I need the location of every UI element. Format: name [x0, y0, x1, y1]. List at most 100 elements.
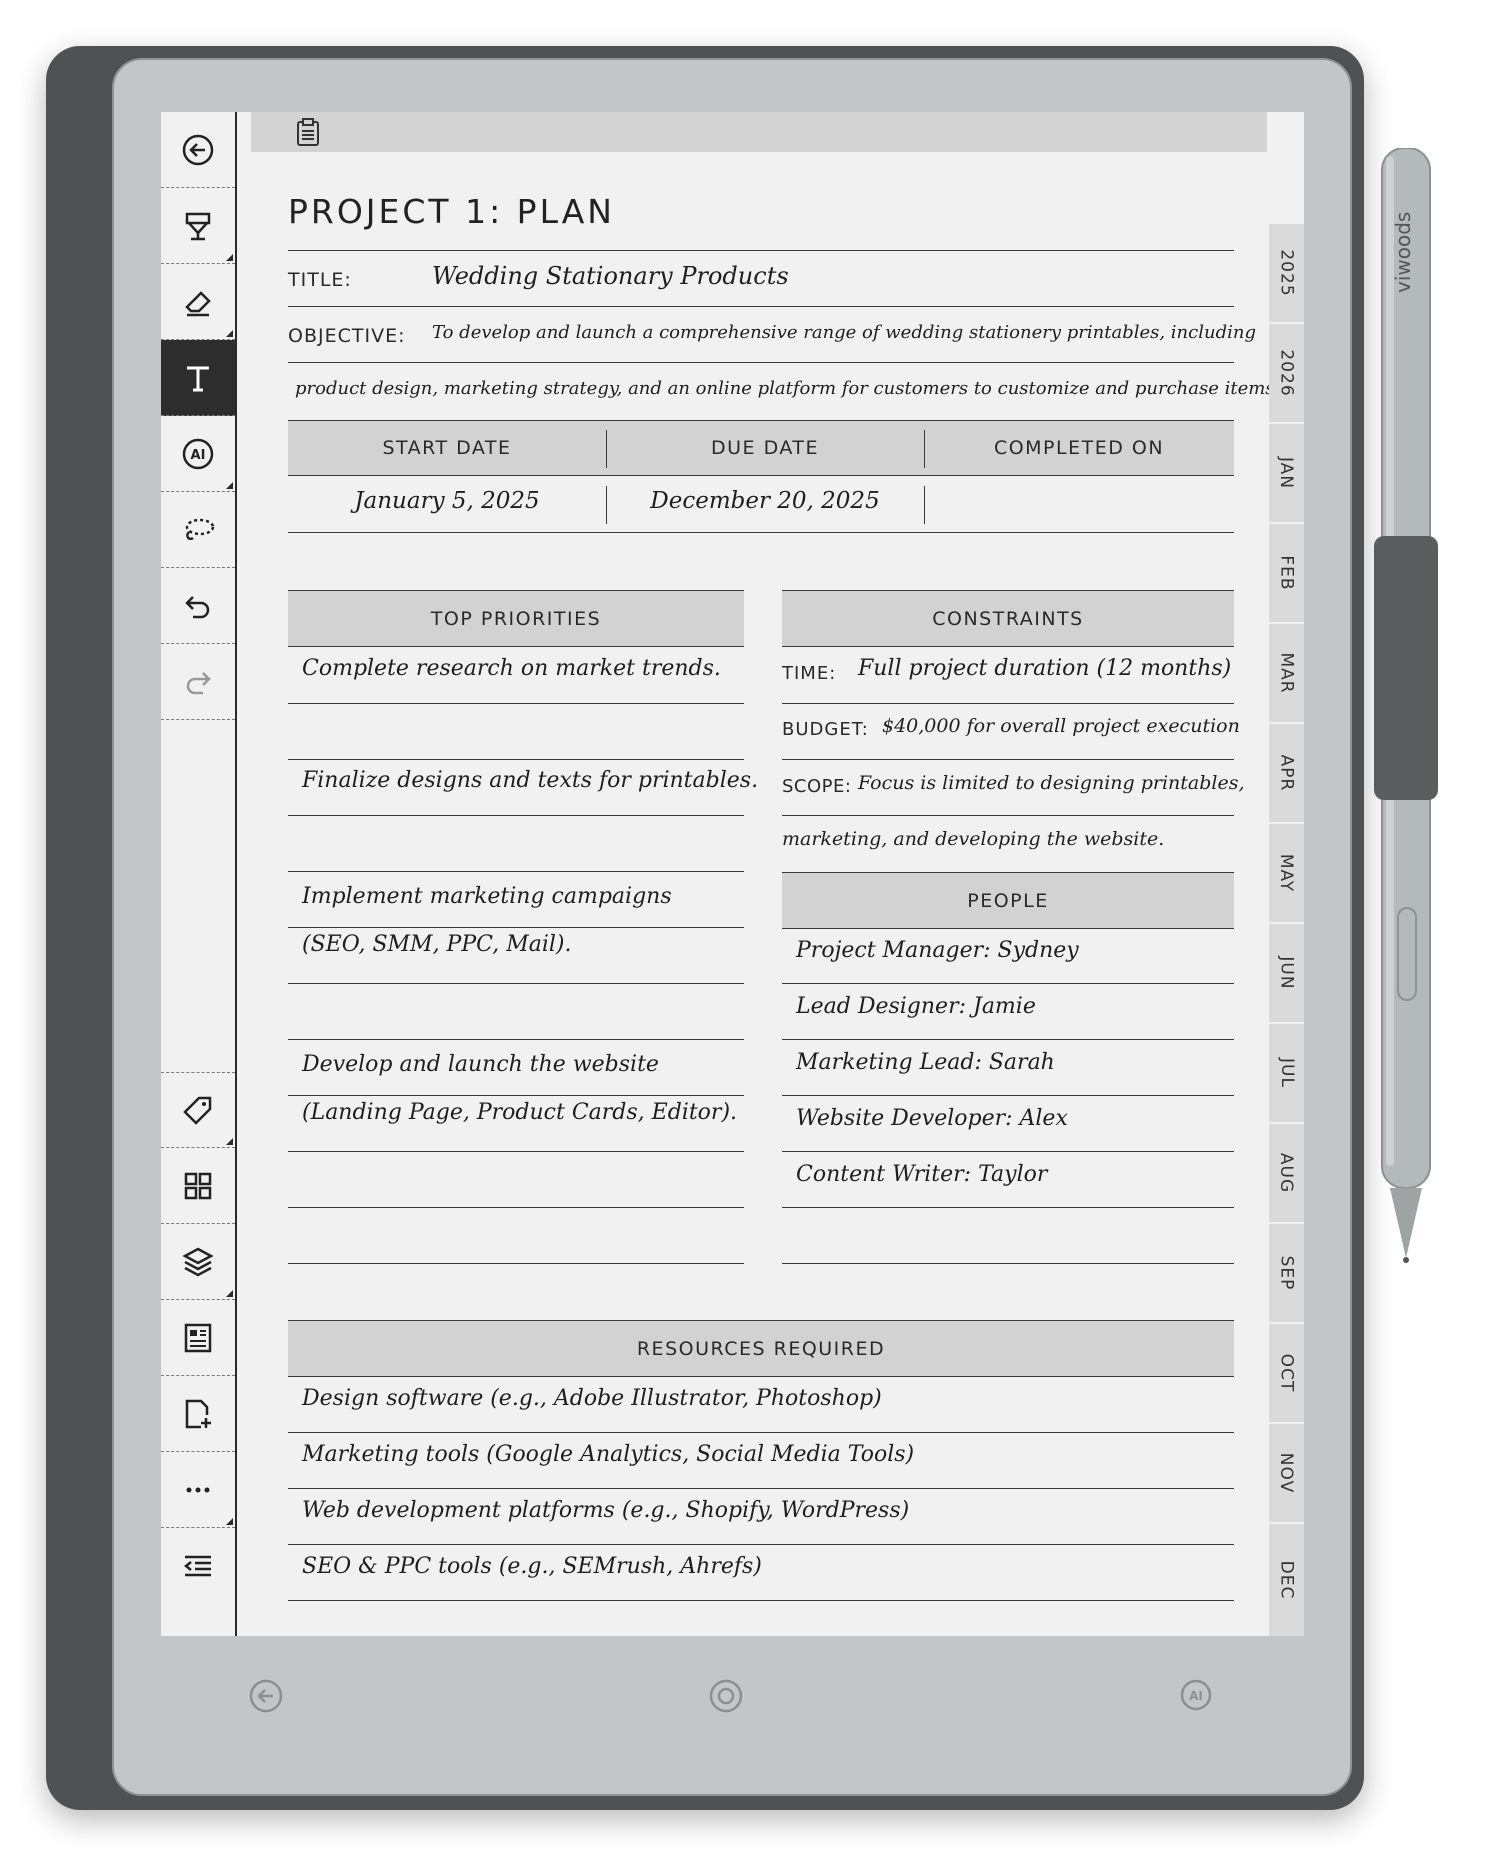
budget-value[interactable]: $40,000 for overall project execution	[882, 715, 1240, 737]
divider	[782, 1151, 1234, 1152]
person-row[interactable]: Website Developer: Alex	[796, 1106, 1068, 1131]
text-icon	[187, 366, 209, 391]
tab-jun[interactable]: JUN	[1269, 924, 1304, 1024]
hardware-home-button[interactable]	[706, 1676, 746, 1716]
hardware-back-button[interactable]	[246, 1676, 286, 1716]
undo-button[interactable]	[161, 568, 235, 644]
tab-dec[interactable]: DEC	[1269, 1524, 1304, 1636]
start-date-value[interactable]: January 5, 2025	[288, 488, 606, 514]
template-icon	[184, 1323, 212, 1352]
layers-button[interactable]	[161, 1224, 235, 1300]
people-header: PEOPLE	[782, 872, 1234, 929]
completed-on-header: COMPLETED ON	[924, 420, 1234, 476]
tab-label: NOV	[1276, 1452, 1297, 1494]
resource-row[interactable]: Web development platforms (e.g., Shopify…	[302, 1498, 909, 1523]
more-button[interactable]	[161, 1452, 235, 1528]
resource-row[interactable]: Marketing tools (Google Analytics, Socia…	[302, 1442, 914, 1467]
divider	[288, 1039, 744, 1040]
scope-value-line-2[interactable]: marketing, and developing the website.	[782, 828, 1164, 850]
tab-sep[interactable]: SEP	[1269, 1224, 1304, 1324]
tab-jan[interactable]: JAN	[1269, 424, 1304, 524]
pen-tool-button[interactable]	[161, 188, 235, 264]
divider	[288, 703, 744, 704]
tab-oct[interactable]: OCT	[1269, 1324, 1304, 1424]
divider	[924, 486, 925, 524]
text-tool-button[interactable]	[161, 340, 235, 416]
scope-value[interactable]: Focus is limited to designing printables…	[858, 772, 1245, 794]
divider	[288, 1263, 744, 1264]
tab-label: JUL	[1276, 1058, 1297, 1088]
tab-label: AUG	[1276, 1152, 1297, 1194]
scope-label: SCOPE:	[782, 776, 852, 797]
priority-row[interactable]: (Landing Page, Product Cards, Editor).	[302, 1100, 737, 1125]
tab-2026[interactable]: 2026	[1269, 324, 1304, 424]
tab-label: APR	[1276, 754, 1297, 792]
divider	[606, 430, 607, 468]
person-row[interactable]: Marketing Lead: Sarah	[796, 1050, 1055, 1075]
priority-row[interactable]: (SEO, SMM, PPC, Mail).	[302, 932, 572, 957]
resource-row[interactable]: SEO & PPC tools (e.g., SEMrush, Ahrefs)	[302, 1554, 762, 1579]
tab-label: OCT	[1276, 1353, 1297, 1393]
home-icon	[709, 1679, 743, 1713]
title-value[interactable]: Wedding Stationary Products	[432, 262, 789, 290]
back-button[interactable]	[161, 112, 235, 188]
hardware-ai-button[interactable]: AI	[1176, 1676, 1216, 1716]
ai-tool-button[interactable]: AI	[161, 416, 235, 492]
person-row[interactable]: Project Manager: Sydney	[796, 938, 1079, 963]
tab-2025[interactable]: 2025	[1269, 224, 1304, 324]
person-row[interactable]: Content Writer: Taylor	[796, 1162, 1047, 1187]
tab-jul[interactable]: JUL	[1269, 1024, 1304, 1124]
eraser-button[interactable]	[161, 264, 235, 340]
page-title: PROJECT 1: PLAN	[288, 192, 615, 231]
divider	[288, 1544, 1234, 1545]
divider	[782, 1207, 1234, 1208]
tag-button[interactable]	[161, 1072, 235, 1148]
lasso-button[interactable]	[161, 492, 235, 568]
brand-text: viwoods	[1391, 211, 1415, 293]
resource-row[interactable]: Design software (e.g., Adobe Illustrator…	[302, 1386, 882, 1411]
tab-label: 2026	[1276, 349, 1297, 397]
collapse-toolbar-button[interactable]	[161, 1528, 235, 1604]
add-page-icon	[185, 1399, 211, 1428]
title-label: TITLE:	[288, 269, 352, 291]
tab-may[interactable]: MAY	[1269, 824, 1304, 924]
tab-label: FEB	[1276, 555, 1297, 591]
divider	[606, 486, 607, 524]
divider	[288, 815, 744, 816]
tab-feb[interactable]: FEB	[1269, 524, 1304, 624]
priority-row[interactable]: Complete research on market trends.	[302, 656, 721, 681]
month-tabs: 2025 2026 JAN FEB MAR APR MAY JUN JUL AU…	[1269, 224, 1304, 1636]
tab-label: MAY	[1276, 853, 1297, 893]
person-row[interactable]: Lead Designer: Jamie	[796, 994, 1036, 1019]
tab-label: SEP	[1276, 1255, 1297, 1291]
due-date-value[interactable]: December 20, 2025	[606, 488, 924, 514]
lasso-icon	[185, 518, 215, 540]
tab-mar[interactable]: MAR	[1269, 624, 1304, 724]
divider	[782, 1095, 1234, 1096]
ai-icon: AI	[1180, 1679, 1212, 1711]
priority-row[interactable]: Implement marketing campaigns	[302, 884, 672, 909]
tab-nov[interactable]: NOV	[1269, 1424, 1304, 1524]
ai-icon: AI	[182, 438, 214, 469]
divider	[288, 306, 1234, 307]
tab-aug[interactable]: AUG	[1269, 1124, 1304, 1224]
template-button[interactable]	[161, 1300, 235, 1376]
priority-row[interactable]: Finalize designs and texts for printable…	[302, 768, 758, 793]
divider	[288, 250, 1234, 251]
budget-label: BUDGET:	[782, 719, 869, 740]
priority-row[interactable]: Develop and launch the website	[302, 1052, 659, 1077]
divider	[782, 703, 1234, 704]
undo-icon	[185, 595, 210, 618]
redo-icon	[186, 671, 211, 694]
add-page-button[interactable]	[161, 1376, 235, 1452]
grid-view-button[interactable]	[161, 1148, 235, 1224]
redo-button[interactable]	[161, 644, 235, 720]
objective-line-2[interactable]: product design, marketing strategy, and …	[295, 378, 1280, 399]
objective-line-1[interactable]: To develop and launch a comprehensive ra…	[432, 322, 1256, 343]
svg-text:AI: AI	[191, 448, 206, 463]
divider	[782, 759, 1234, 760]
time-value[interactable]: Full project duration (12 months)	[858, 656, 1231, 681]
tab-apr[interactable]: APR	[1269, 724, 1304, 824]
clipboard-icon[interactable]	[295, 117, 321, 147]
pen-icon	[185, 212, 211, 240]
